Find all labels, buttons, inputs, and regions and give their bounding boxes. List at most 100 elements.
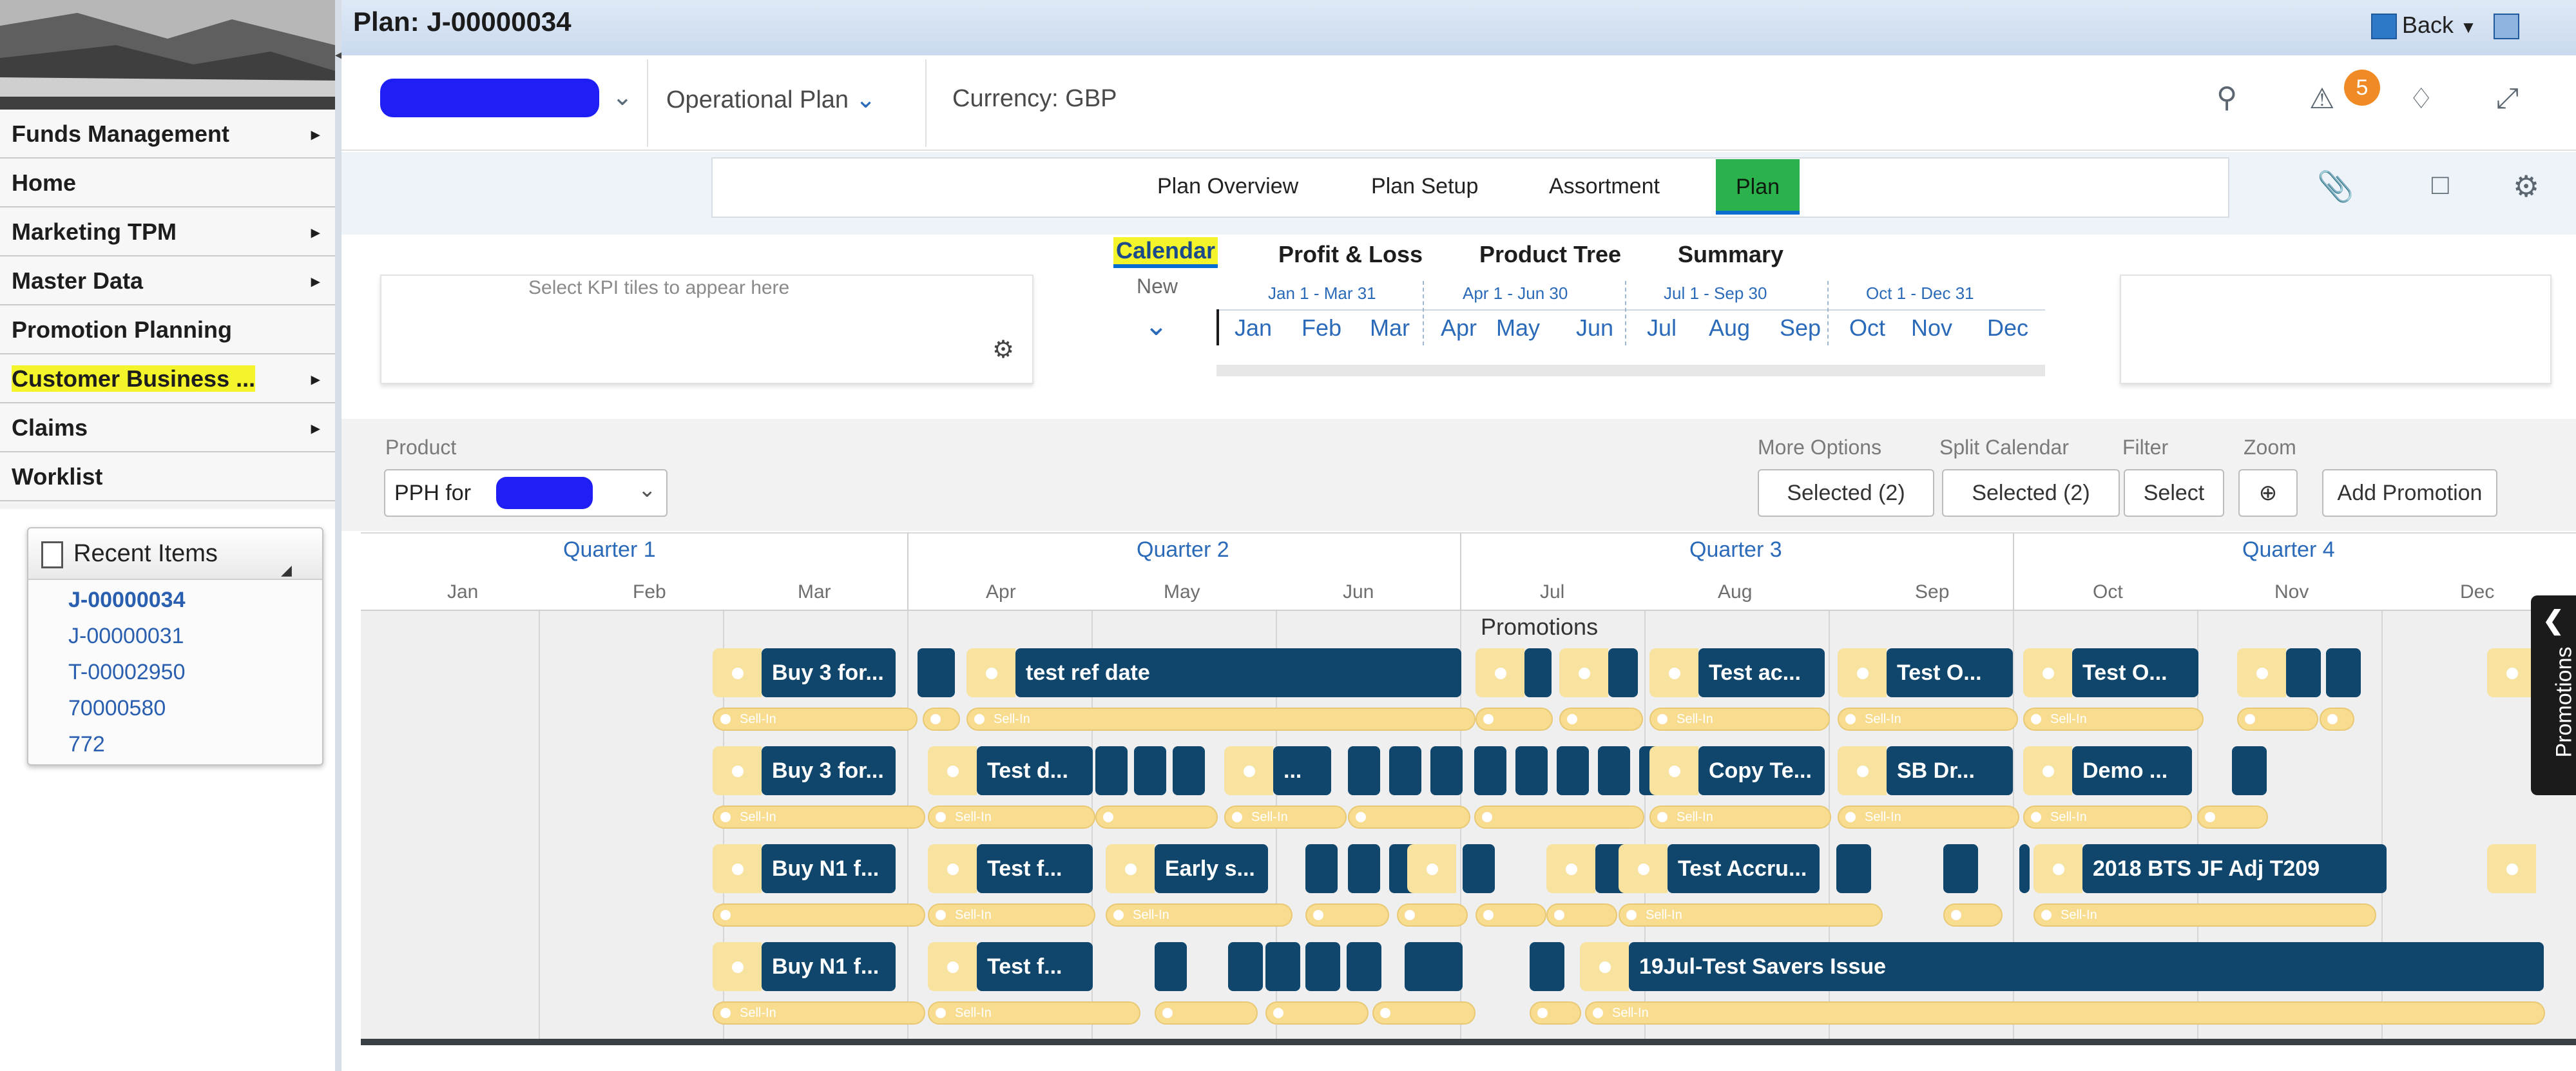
promotion-bar[interactable] <box>1173 746 1205 795</box>
promotion-handle[interactable] <box>966 648 1015 697</box>
sell-in-bar[interactable]: Sell-In <box>713 806 925 829</box>
promotion-bar[interactable]: 2018 BTS JF Adj T209 <box>2082 844 2387 893</box>
sell-in-bar[interactable] <box>2197 806 2268 829</box>
promotion-bar[interactable]: Buy N1 f... <box>762 942 896 991</box>
sell-in-bar[interactable] <box>1095 806 1218 829</box>
timeline-month[interactable]: Apr <box>1441 314 1477 342</box>
sell-in-bar[interactable]: Sell-In <box>928 806 1095 829</box>
timeline-month[interactable]: Sep <box>1780 314 1821 342</box>
timeline-month[interactable]: Jul <box>1647 314 1677 342</box>
promotion-bar[interactable] <box>2286 648 2321 697</box>
warning-icon[interactable]: ⚠ <box>2309 82 2334 115</box>
promotion-handle[interactable] <box>2487 648 2536 697</box>
sell-in-bar[interactable] <box>713 903 925 927</box>
promotion-handle[interactable] <box>2237 648 2286 697</box>
nav-item-customer-business[interactable]: Customer Business ... ▸ <box>0 354 335 403</box>
recent-item-link[interactable]: J-00000034 <box>68 588 186 613</box>
promotion-handle[interactable] <box>1559 648 1608 697</box>
recent-items-header[interactable]: Recent Items ◢ <box>28 528 322 580</box>
settings-icon[interactable]: ⚙ <box>2513 169 2539 204</box>
zoom-in-button[interactable]: ⊕ <box>2238 469 2298 517</box>
sell-in-bar[interactable]: Sell-In <box>1649 806 1831 829</box>
timeline-month[interactable]: Mar <box>1370 314 1410 342</box>
timeline-month[interactable]: Jan <box>1235 314 1272 342</box>
promotion-handle[interactable] <box>713 746 762 795</box>
bell-icon[interactable]: ♢ <box>2408 82 2434 115</box>
sell-in-bar[interactable]: Sell-In <box>713 708 918 731</box>
splitter-handle[interactable]: ◀ <box>335 0 346 1071</box>
promotion-bar[interactable] <box>1134 746 1166 795</box>
promotion-bar[interactable] <box>1524 648 1552 697</box>
promotion-bar[interactable] <box>1347 942 1381 991</box>
promotion-handle[interactable] <box>1407 844 1456 893</box>
fullscreen-icon[interactable]: ⤢ <box>2496 82 2519 115</box>
promotion-bar[interactable] <box>1405 942 1463 991</box>
sell-in-bar[interactable] <box>1348 806 1470 829</box>
promotion-handle[interactable] <box>1838 648 1887 697</box>
promotion-bar[interactable] <box>1095 746 1128 795</box>
nav-item-master-data[interactable]: Master Data ▸ <box>0 256 335 305</box>
sell-in-bar[interactable]: Sell-In <box>1106 903 1293 927</box>
promotion-bar[interactable] <box>1305 942 1340 991</box>
collapse-triangle-icon[interactable]: ◢ <box>281 545 292 595</box>
subtab-product-tree[interactable]: Product Tree <box>1479 241 1621 268</box>
promotion-bar[interactable]: Buy 3 for... <box>762 746 896 795</box>
promotion-handle[interactable] <box>1475 648 1524 697</box>
sell-in-bar[interactable] <box>1475 903 1546 927</box>
sell-in-bar[interactable] <box>1474 806 1644 829</box>
timeline-month[interactable]: May <box>1496 314 1540 342</box>
nav-item-claims[interactable]: Claims ▸ <box>0 403 335 452</box>
more-options-button[interactable]: Selected (2) <box>1758 469 1934 517</box>
recent-item-link[interactable]: 70000580 <box>68 696 166 721</box>
timeline-month[interactable]: Aug <box>1709 314 1750 342</box>
timeline-month[interactable]: Dec <box>1987 314 2028 342</box>
promotion-handle[interactable] <box>2023 648 2072 697</box>
sell-in-bar[interactable]: Sell-In <box>928 903 1095 927</box>
subtab-calendar[interactable]: Calendar <box>1113 237 1218 268</box>
sell-in-bar[interactable] <box>2320 708 2354 731</box>
nav-item-worklist[interactable]: Worklist <box>0 452 335 501</box>
sell-in-bar[interactable]: Sell-In <box>2023 708 2204 731</box>
promotion-bar[interactable]: Test ac... <box>1698 648 1825 697</box>
promotion-bar[interactable] <box>918 648 955 697</box>
timeline-month[interactable]: Oct <box>1849 314 1885 342</box>
promotion-bar[interactable] <box>1557 746 1589 795</box>
promotion-handle[interactable] <box>1619 844 1668 893</box>
promotion-bar[interactable] <box>1598 746 1630 795</box>
promotion-handle[interactable] <box>713 844 762 893</box>
recent-item-link[interactable]: 772 <box>68 732 105 757</box>
promotion-handle[interactable] <box>1649 648 1698 697</box>
timeline-scrollbar[interactable] <box>1216 365 2045 376</box>
nav-item-home[interactable]: Home <box>0 159 335 207</box>
timeline-month[interactable]: Jun <box>1576 314 1613 342</box>
promotion-bar[interactable]: Test d... <box>977 746 1093 795</box>
promotion-bar[interactable] <box>1155 942 1187 991</box>
promotion-bar[interactable]: Test f... <box>977 844 1093 893</box>
add-promotion-button[interactable]: Add Promotion <box>2322 469 2497 517</box>
window-icon[interactable] <box>2493 14 2519 40</box>
promotion-bar[interactable]: Test f... <box>977 942 1093 991</box>
recent-item-link[interactable]: T-00002950 <box>68 660 186 685</box>
promotion-handle[interactable] <box>928 942 977 991</box>
promotion-bar[interactable]: Demo ... <box>2072 746 2192 795</box>
promotion-bar[interactable]: Test Accru... <box>1668 844 1820 893</box>
promotion-bar[interactable]: Test O... <box>1887 648 2013 697</box>
filter-button[interactable]: Select <box>2124 469 2224 517</box>
sell-in-bar[interactable]: Sell-In <box>1585 1001 2545 1025</box>
promotion-bar[interactable]: Buy 3 for... <box>762 648 896 697</box>
promotion-bar[interactable] <box>1943 844 1978 893</box>
promotion-handle[interactable] <box>713 942 762 991</box>
promotion-bar[interactable] <box>2326 648 2361 697</box>
sell-in-bar[interactable]: Sell-In <box>928 1001 1140 1025</box>
sell-in-bar[interactable] <box>1155 1001 1258 1025</box>
sell-in-bar[interactable] <box>923 708 960 731</box>
promotion-bar[interactable]: test ref date <box>1015 648 1461 697</box>
subtab-profit-loss[interactable]: Profit & Loss <box>1278 241 1423 268</box>
sell-in-bar[interactable] <box>2237 708 2318 731</box>
view-selector[interactable]: Operational Plan ⌄ <box>666 85 876 114</box>
tab-plan-overview[interactable]: Plan Overview <box>1157 174 1298 199</box>
sell-in-bar[interactable]: Sell-In <box>1224 806 1347 829</box>
promotion-bar[interactable]: SB Dr... <box>1887 746 2013 795</box>
promotion-bar[interactable] <box>1265 942 1300 991</box>
comments-icon[interactable]: □ <box>2432 169 2449 201</box>
